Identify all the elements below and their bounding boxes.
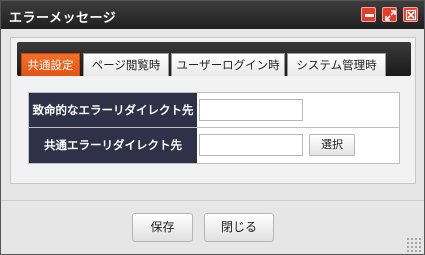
close-button[interactable]: 閉じる: [204, 213, 274, 242]
resize-grip[interactable]: [406, 237, 422, 253]
common-error-redirect-row: 共通エラーリダイレクト先 選択: [29, 128, 399, 163]
maximize-icon: [385, 10, 396, 21]
fatal-error-redirect-input[interactable]: [199, 99, 303, 121]
error-message-window: エラーメッセージ 共通設定 ページ閲覧時 ユーザーログイン時 システム管理時 致…: [0, 0, 425, 255]
minimize-button[interactable]: [361, 7, 376, 22]
title-bar[interactable]: エラーメッセージ: [1, 1, 424, 29]
select-button[interactable]: 選択: [309, 134, 355, 156]
tab-page-view[interactable]: ページ閲覧時: [83, 53, 169, 76]
tab-user-login[interactable]: ユーザーログイン時: [171, 53, 285, 76]
close-icon: [405, 9, 417, 21]
tab-system-admin[interactable]: システム管理時: [287, 53, 386, 76]
maximize-button[interactable]: [382, 7, 397, 22]
fatal-error-redirect-label: 致命的なエラーリダイレクト先: [29, 93, 197, 127]
fatal-error-redirect-row: 致命的なエラーリダイレクト先: [29, 93, 399, 128]
settings-panel: 共通設定 ページ閲覧時 ユーザーログイン時 システム管理時 致命的なエラーリダイ…: [10, 37, 416, 184]
redirect-settings-table: 致命的なエラーリダイレクト先 共通エラーリダイレクト先 選択: [28, 92, 400, 164]
minimize-icon: [365, 14, 374, 17]
window-title: エラーメッセージ: [9, 11, 117, 26]
save-button[interactable]: 保存: [132, 213, 193, 242]
footer-divider: [1, 200, 424, 201]
common-error-redirect-input[interactable]: [199, 134, 303, 156]
tab-common-settings[interactable]: 共通設定: [21, 53, 80, 76]
tab-strip: 共通設定 ページ閲覧時 ユーザーログイン時 システム管理時: [17, 42, 411, 76]
close-window-button[interactable]: [403, 7, 418, 22]
common-error-redirect-label: 共通エラーリダイレクト先: [29, 128, 197, 163]
